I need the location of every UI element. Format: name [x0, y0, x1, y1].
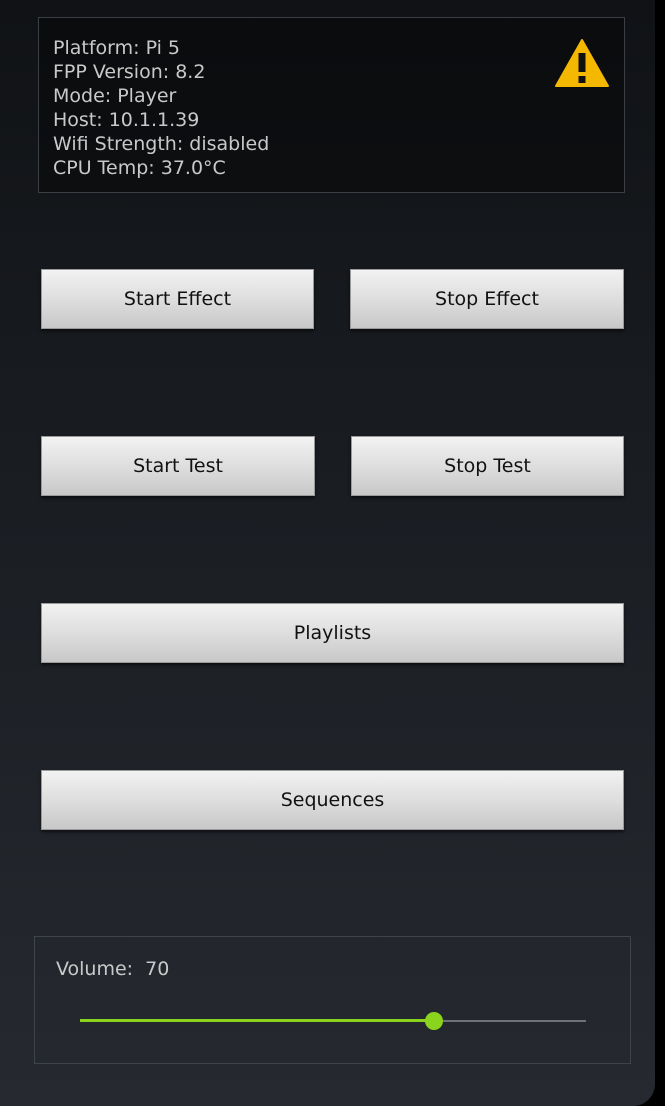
volume-value: 70 — [145, 958, 170, 980]
slider-thumb[interactable] — [425, 1012, 444, 1030]
start-effect-button[interactable]: Start Effect — [41, 269, 314, 329]
volume-label: Volume: 70 — [56, 958, 169, 980]
slider-track-fill — [80, 1019, 435, 1022]
wifi-strength-text: Wifi Strength: disabled — [53, 133, 270, 155]
mode-text: Mode: Player — [53, 85, 177, 107]
status-info-box: Platform: Pi 5 FPP Version: 8.2 Mode: Pl… — [38, 17, 625, 193]
main-panel: Platform: Pi 5 FPP Version: 8.2 Mode: Pl… — [0, 0, 655, 1106]
app-screen: Platform: Pi 5 FPP Version: 8.2 Mode: Pl… — [0, 0, 665, 1106]
stop-test-button[interactable]: Stop Test — [351, 436, 624, 496]
warning-triangle-icon[interactable] — [554, 38, 610, 88]
platform-text: Platform: Pi 5 — [53, 37, 181, 59]
stop-effect-button[interactable]: Stop Effect — [350, 269, 624, 329]
host-text: Host: 10.1.1.39 — [53, 109, 200, 131]
volume-control-box: Volume: 70 — [34, 936, 631, 1064]
sequences-button[interactable]: Sequences — [41, 770, 624, 830]
volume-label-text: Volume: — [56, 958, 134, 980]
fpp-version-text: FPP Version: 8.2 — [53, 61, 206, 83]
start-test-button[interactable]: Start Test — [41, 436, 315, 496]
cpu-temp-text: CPU Temp: 37.0°C — [53, 157, 226, 179]
volume-slider[interactable] — [80, 1011, 586, 1031]
playlists-button[interactable]: Playlists — [41, 603, 624, 663]
